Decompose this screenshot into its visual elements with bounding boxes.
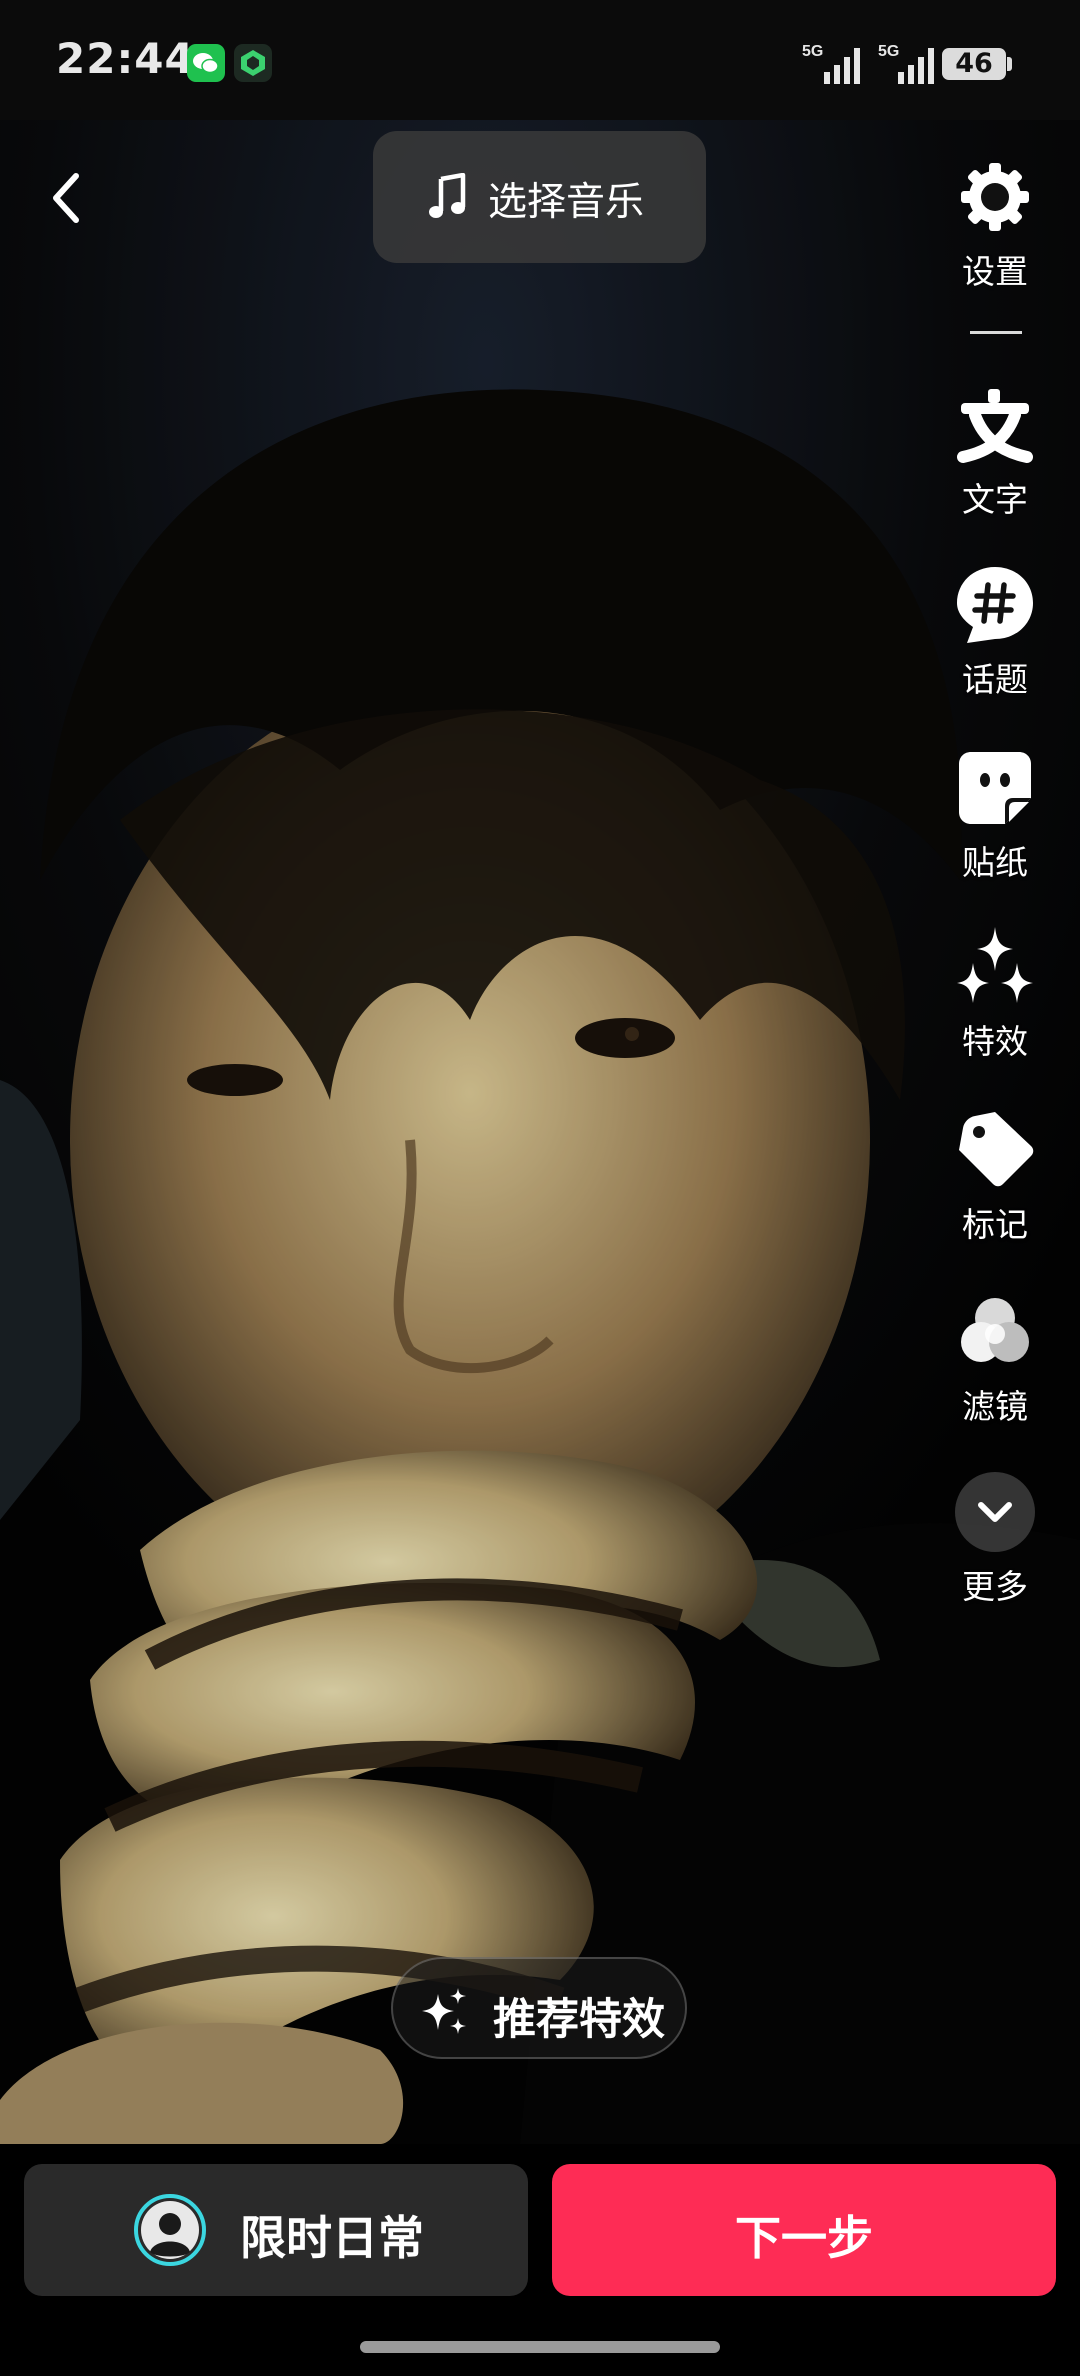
- sticker-icon: [959, 752, 1031, 824]
- music-note-icon: [429, 173, 466, 218]
- more-label: 更多: [962, 1567, 1028, 1606]
- select-music-label: 选择音乐: [488, 180, 645, 225]
- back-button[interactable]: [30, 160, 106, 236]
- status-bar: 22:44 5G 5G 46: [0, 0, 1080, 120]
- select-music-button[interactable]: 选择音乐: [373, 131, 706, 263]
- filter-icon: [961, 1298, 1029, 1362]
- gear-icon: [961, 163, 1029, 231]
- text-label: 文字: [962, 480, 1028, 519]
- signal-strength-icon: 5G: [878, 40, 948, 86]
- svg-text:5G: 5G: [878, 43, 899, 60]
- home-indicator[interactable]: [360, 2341, 720, 2353]
- status-time: 22:44: [56, 34, 195, 83]
- daily-story-label: 限时日常: [240, 2211, 424, 2265]
- topic-label: 话题: [962, 660, 1028, 699]
- hashtag-icon: [957, 567, 1033, 643]
- text-icon: [957, 389, 1033, 463]
- tag-label: 标记: [962, 1205, 1028, 1244]
- avatar: [134, 2194, 206, 2266]
- filter-label: 滤镜: [962, 1387, 1028, 1426]
- chevron-left-icon: [53, 173, 79, 223]
- chevron-down-icon: [955, 1472, 1035, 1552]
- battery-level: 46: [942, 48, 1006, 80]
- settings-label: 设置: [962, 252, 1028, 291]
- svg-text:5G: 5G: [802, 43, 823, 60]
- sparkles-icon: [957, 927, 1033, 1003]
- sticker-label: 贴纸: [962, 843, 1028, 882]
- photo-preview[interactable]: [0, 120, 1080, 2144]
- toolbar-divider: [970, 331, 1022, 334]
- recommended-effects-button[interactable]: 推荐特效: [391, 1957, 687, 2059]
- tag-icon: [959, 1112, 1034, 1187]
- wechat-icon: [187, 44, 225, 82]
- daily-story-button[interactable]: 限时日常: [24, 2164, 528, 2296]
- effects-label: 特效: [962, 1022, 1028, 1061]
- signal-strength-icon: 5G: [800, 40, 870, 86]
- sparkles-icon: [422, 1988, 466, 2034]
- battery-icon: [1007, 57, 1012, 71]
- next-step-label: 下一步: [735, 2211, 873, 2265]
- shield-app-icon: [234, 44, 272, 82]
- recommended-effects-label: 推荐特效: [493, 1995, 665, 2045]
- next-step-button[interactable]: 下一步: [552, 2164, 1056, 2296]
